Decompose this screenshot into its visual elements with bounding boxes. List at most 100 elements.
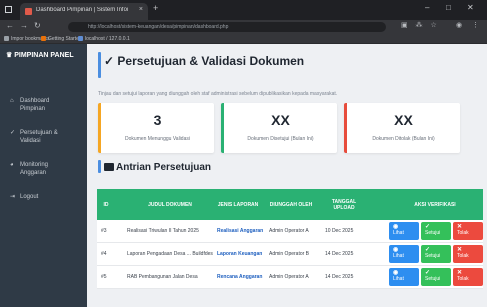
page-title: ✓ Persetujuan & Validasi Dokumen: [104, 54, 305, 68]
extension-icons[interactable]: ▣ ⁂ ☆: [401, 21, 440, 29]
card-value: 3: [153, 112, 162, 128]
column-header: JUDUL DOKUMEN: [148, 201, 192, 208]
brand-label: PIMPINAN PANEL: [14, 52, 74, 59]
button-label: Setujui: [425, 276, 441, 282]
table-row: #5 RAB Pembangunan Jalan Desa Rencana Angg…: [97, 266, 483, 289]
crown-icon: ♛: [6, 52, 13, 59]
cell-title: RAB Pembangunan Jalan Desa: [127, 274, 198, 280]
card-label: Dokumen Disetujui (Bulan Ini): [247, 136, 314, 142]
section-accent-bar: [98, 160, 101, 173]
bookmark-label: localhost / 127.0.0.1: [85, 36, 130, 42]
bookmark-item[interactable]: Getting Started: [41, 36, 82, 42]
tab-title: Dashboard Pimpinan | Sistem Infor...: [36, 7, 128, 13]
button-label: Lihat: [393, 253, 404, 259]
card-pending: 3 Dokumen Menunggu Validasi: [98, 103, 214, 153]
window-menu-icon[interactable]: [5, 6, 12, 13]
sidebar-brand: ♛ PIMPINAN PANEL: [6, 51, 74, 59]
card-approved: XX Dokumen Disetujui (Bulan Ini): [221, 103, 337, 153]
sidebar-item-logout[interactable]: ⇥ Logout: [10, 193, 84, 201]
browser-tabbar: Dashboard Pimpinan | Sistem Infor... × +…: [0, 0, 487, 20]
cell-id: #5: [101, 274, 107, 280]
column-header: TANGGAL UPLOAD: [331, 198, 357, 211]
button-label: Tolak: [457, 230, 469, 236]
tab-close-icon[interactable]: ×: [139, 6, 143, 13]
approve-button[interactable]: ✓ Setujui: [421, 245, 451, 263]
card-rejected: XX Dokumen Ditolak (Bulan Ini): [344, 103, 460, 153]
address-bar[interactable]: http://localhost/sistem-keuangan/desa/pi…: [68, 22, 386, 32]
sidebar-item-label: Logout: [20, 194, 39, 200]
table-row: #3 Realisasi Triwulan II Tahun 2025 Realis…: [97, 220, 483, 243]
table-row: #4 Laporan Pengadaan Desa ... Buildfdes La…: [97, 243, 483, 266]
cell-type[interactable]: Laporan Keuangan: [217, 243, 269, 265]
bookmarks-bar: Impor bookmarks Getting Started localhost …: [0, 34, 487, 44]
sidebar-item-label: Persetujuan &: [20, 130, 58, 136]
card-label: Dokumen Menunggu Validasi: [125, 136, 190, 142]
section-title: Antrian Persetujuan: [104, 162, 211, 173]
card-label: Dokumen Ditolak (Bulan Ini): [372, 136, 435, 142]
sidebar-item-label: Validasi: [20, 138, 41, 144]
column-header: DIUNGGAH OLEH: [269, 201, 313, 208]
cell-date: 14 Dec 2025: [325, 274, 354, 280]
cell-id: #3: [101, 228, 107, 234]
inbox-icon: [104, 163, 114, 171]
cell-date: 10 Dec 2025: [325, 228, 354, 234]
chart-icon: ◕: [10, 162, 14, 168]
bookmark-label: Getting Started: [48, 36, 82, 42]
reject-button[interactable]: ✕ Tolak: [453, 222, 483, 240]
url-text: http://localhost/sistem-keuangan/desa/pi…: [88, 24, 229, 30]
new-tab-button[interactable]: +: [153, 3, 158, 13]
button-label: Setujui: [425, 253, 441, 259]
cell-title: Laporan Pengadaan Desa ... Buildfdes: [127, 251, 213, 257]
sidebar-item-label: Dashboard: [20, 98, 50, 104]
button-label: Tolak: [457, 253, 469, 259]
approve-button[interactable]: ✓ Setujui: [421, 222, 451, 240]
sidebar-item-monitoring[interactable]: ◕ Monitoring Anggaran: [10, 161, 84, 177]
view-button[interactable]: ◉ Lihat: [389, 222, 419, 240]
table-header: ID JUDUL DOKUMEN JENIS LAPORAN DIUNGGAH …: [97, 189, 483, 220]
cell-title: Realisasi Triwulan II Tahun 2025: [127, 228, 199, 234]
column-header: AKSI VERIFIKASI: [414, 201, 456, 208]
bookmark-icon: [78, 36, 83, 41]
approve-button[interactable]: ✓ Setujui: [421, 268, 451, 286]
title-accent-bar: [98, 52, 101, 78]
profile-menu-icons[interactable]: ◉ ⋮: [456, 21, 483, 29]
cell-type[interactable]: Realisasi Anggaran: [217, 220, 269, 242]
sidebar: ♛ PIMPINAN PANEL ⌂ Dashboard Pimpinan ✓ …: [0, 44, 87, 307]
card-value: XX: [271, 112, 290, 128]
sidebar-item-dashboard[interactable]: ⌂ Dashboard Pimpinan: [10, 97, 84, 113]
cell-by: Admin Operator B: [269, 251, 310, 257]
forward-button[interactable]: →: [20, 21, 28, 30]
view-button[interactable]: ◉ Lihat: [389, 245, 419, 263]
home-icon: ⌂: [10, 98, 14, 104]
sidebar-item-label: Monitoring: [20, 162, 49, 168]
main-content: ✓ Persetujuan & Validasi Dokumen Tinjau …: [87, 44, 487, 307]
reject-button[interactable]: ✕ Tolak: [453, 245, 483, 263]
sidebar-item-validation[interactable]: ✓ Persetujuan & Validasi: [10, 129, 84, 145]
bookmark-item[interactable]: localhost / 127.0.0.1: [78, 36, 130, 42]
close-window-button[interactable]: ✕: [467, 3, 474, 12]
sidebar-item-label: Anggaran: [20, 170, 47, 176]
bookmark-icon: [4, 36, 9, 41]
minimize-button[interactable]: –: [425, 3, 429, 12]
card-value: XX: [394, 112, 413, 128]
browser-tab[interactable]: Dashboard Pimpinan | Sistem Infor... ×: [20, 3, 148, 20]
maximize-button[interactable]: □: [446, 3, 451, 12]
reload-button[interactable]: ↻: [34, 21, 41, 30]
browser-toolbar: ← → ↻ http://localhost/sistem-keuangan/d…: [0, 20, 487, 34]
cell-type[interactable]: Rencana Anggaran: [217, 266, 269, 288]
button-label: Setujui: [425, 230, 441, 236]
cell-by: Admin Operator A: [269, 228, 309, 234]
column-header: JENIS LAPORAN: [217, 201, 259, 208]
cell-date: 14 Dec 2025: [325, 251, 354, 257]
view-button[interactable]: ◉ Lihat: [389, 268, 419, 286]
cell-id: #4: [101, 251, 107, 257]
page-description: Tinjau dan setujui laporan yang diunggah…: [98, 91, 338, 97]
reject-button[interactable]: ✕ Tolak: [453, 268, 483, 286]
cell-by: Admin Operator A: [269, 274, 309, 280]
check-icon: ✓: [10, 130, 16, 136]
button-label: Lihat: [393, 276, 404, 282]
button-label: Lihat: [393, 230, 404, 236]
back-button[interactable]: ←: [6, 21, 14, 30]
bookmark-icon: [41, 36, 46, 41]
column-header: ID: [103, 201, 109, 208]
